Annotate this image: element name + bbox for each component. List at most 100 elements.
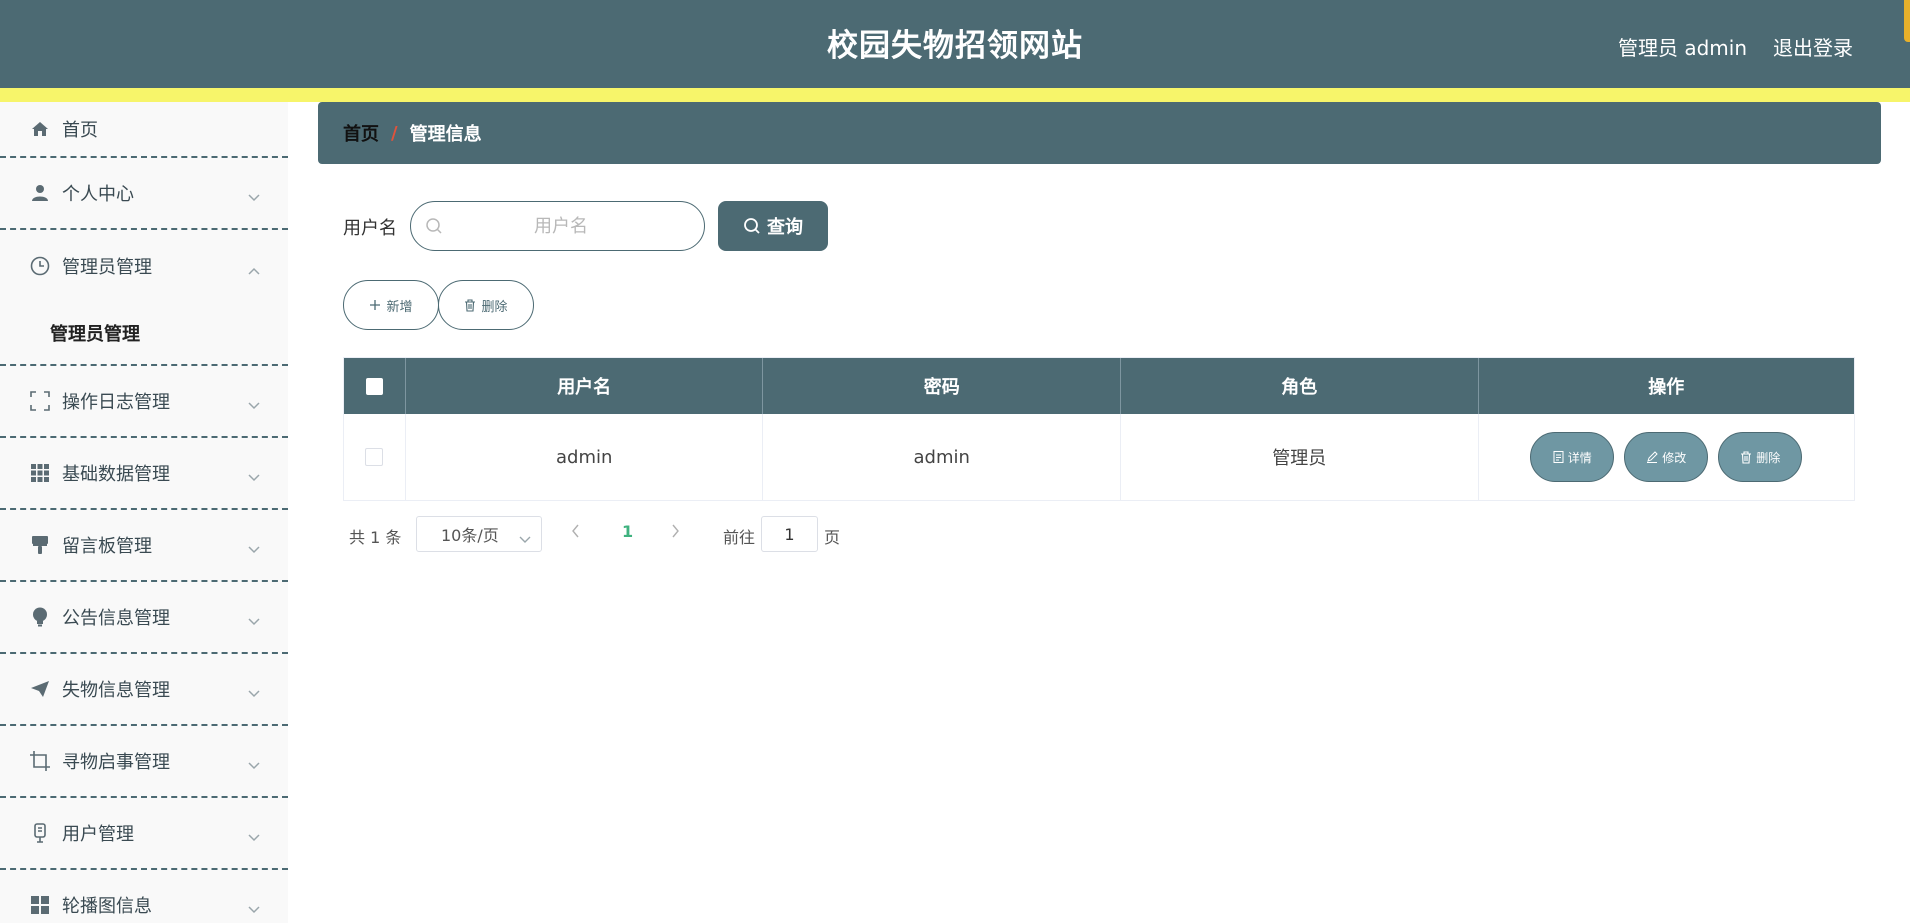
column-header: 密码 [763,358,1121,414]
chevron-down-icon [248,899,260,918]
cell-password: admin [763,414,1121,500]
page-size-value: 10条/页 [441,526,499,545]
breadcrumb-home[interactable]: 首页 [343,120,379,146]
chevron-down-icon [248,187,260,206]
header-checkbox-cell [344,358,406,414]
sidebar-subitem-admin-management[interactable]: 管理员管理 [0,302,288,366]
batch-delete-button[interactable]: 删除 [438,280,534,330]
sidebar-item-label: 公告信息管理 [62,608,170,629]
breadcrumb: 首页 / 管理信息 [318,102,1881,164]
goto-label: 前往 [723,528,756,547]
sidebar-item-operation-log[interactable]: 操作日志管理 [0,366,288,438]
chevron-down-icon [248,827,260,846]
chevron-down-icon [248,683,260,702]
sidebar-item-label: 操作日志管理 [62,392,170,413]
row-delete-button[interactable]: 删除 [1718,432,1803,482]
plus-icon [370,300,381,310]
goto-page-input[interactable] [761,516,818,552]
user-icon [30,183,50,203]
send-icon [30,679,50,699]
column-header: 用户名 [406,358,764,414]
add-button-label: 新增 [386,299,413,315]
table-row: admin admin 管理员 详情 修改 删除 [344,414,1854,500]
sidebar-item-basic-data[interactable]: 基础数据管理 [0,438,288,510]
mic-icon [30,823,50,843]
next-page-button[interactable] [670,523,680,542]
chevron-left-icon [572,524,579,538]
breadcrumb-separator: / [391,122,398,144]
column-header: 角色 [1121,358,1479,414]
sidebar-item-found-notice[interactable]: 寻物启事管理 [0,726,288,798]
prev-page-button[interactable] [571,523,581,542]
edit-icon [1647,451,1658,463]
cell-username: admin [406,414,764,500]
sidebar-item-label: 首页 [62,120,98,141]
table-header: 用户名 密码 角色 操作 [344,358,1854,414]
sidebar-item-carousel[interactable]: 轮播图信息 [0,870,288,923]
sidebar-item-label: 基础数据管理 [62,464,170,485]
pagination-total: 共 1 条 [349,528,402,547]
sidebar-item-label: 管理员管理 [62,257,152,278]
search-icon [425,217,443,239]
sidebar-item-announcement[interactable]: 公告信息管理 [0,582,288,654]
clock-icon [30,256,50,276]
select-all-checkbox[interactable] [365,377,383,395]
menu-grid-icon [30,895,50,915]
breadcrumb-current: 管理信息 [409,124,482,145]
detail-button-label: 详情 [1567,450,1592,465]
query-button-label: 查询 [767,217,803,238]
sidebar-item-home[interactable]: 首页 [0,102,288,158]
grid-icon [30,463,50,483]
document-icon [1553,451,1564,463]
sidebar-item-lost-items[interactable]: 失物信息管理 [0,654,288,726]
frame-icon [30,391,50,411]
sidebar: 首页 个人中心 管理员管理 管理员管理 操作日志管理 基础数据管理 留言板管理 … [0,102,288,923]
sidebar-item-profile[interactable]: 个人中心 [0,158,288,230]
row-delete-button-label: 删除 [1756,450,1781,465]
sidebar-item-label: 失物信息管理 [62,680,170,701]
sidebar-item-user-management[interactable]: 用户管理 [0,798,288,870]
column-header: 操作 [1648,377,1685,398]
chevron-right-icon [672,524,679,538]
chevron-down-icon [248,467,260,486]
chevron-down-icon [519,529,531,548]
search-icon [744,218,760,234]
detail-button[interactable]: 详情 [1530,432,1615,482]
current-user-label: 管理员 admin [1618,36,1748,60]
bulb-icon [30,607,50,627]
sidebar-item-label: 留言板管理 [62,536,152,557]
page-size-select[interactable]: 10条/页 [416,516,542,552]
trash-icon [1741,450,1752,464]
sidebar-item-label: 轮播图信息 [62,896,152,917]
chevron-down-icon [248,755,260,774]
cell-actions: 详情 修改 删除 [1479,414,1855,500]
chevron-down-icon [248,395,260,414]
brush-icon [30,535,50,555]
batch-delete-button-label: 删除 [481,299,508,315]
chevron-up-icon [248,260,260,279]
sidebar-item-label: 个人中心 [62,184,134,205]
cell-role: 管理员 [1121,414,1479,500]
chevron-down-icon [248,539,260,558]
page-suffix: 页 [824,528,841,547]
edit-button[interactable]: 修改 [1624,432,1709,482]
trash-icon [465,298,476,312]
page-number-current[interactable]: 1 [622,522,633,541]
crop-icon [30,751,50,771]
add-button[interactable]: 新增 [343,280,439,330]
sidebar-item-message-board[interactable]: 留言板管理 [0,510,288,582]
edit-button-label: 修改 [1662,450,1687,465]
data-table: 用户名 密码 角色 操作 admin admin 管理员 详情 修改 删除 [343,357,1855,501]
sidebar-item-label: 寻物启事管理 [62,752,170,773]
search-box [410,201,705,251]
sidebar-item-admin-management[interactable]: 管理员管理 [0,230,288,302]
chevron-down-icon [248,611,260,630]
row-checkbox-cell [344,414,406,500]
query-button[interactable]: 查询 [718,201,828,251]
logout-link[interactable]: 退出登录 [1773,32,1853,61]
search-input[interactable] [451,210,671,242]
search-label: 用户名 [343,218,397,239]
home-icon [30,119,50,139]
row-checkbox[interactable] [365,448,384,466]
sidebar-item-label: 用户管理 [62,824,134,845]
